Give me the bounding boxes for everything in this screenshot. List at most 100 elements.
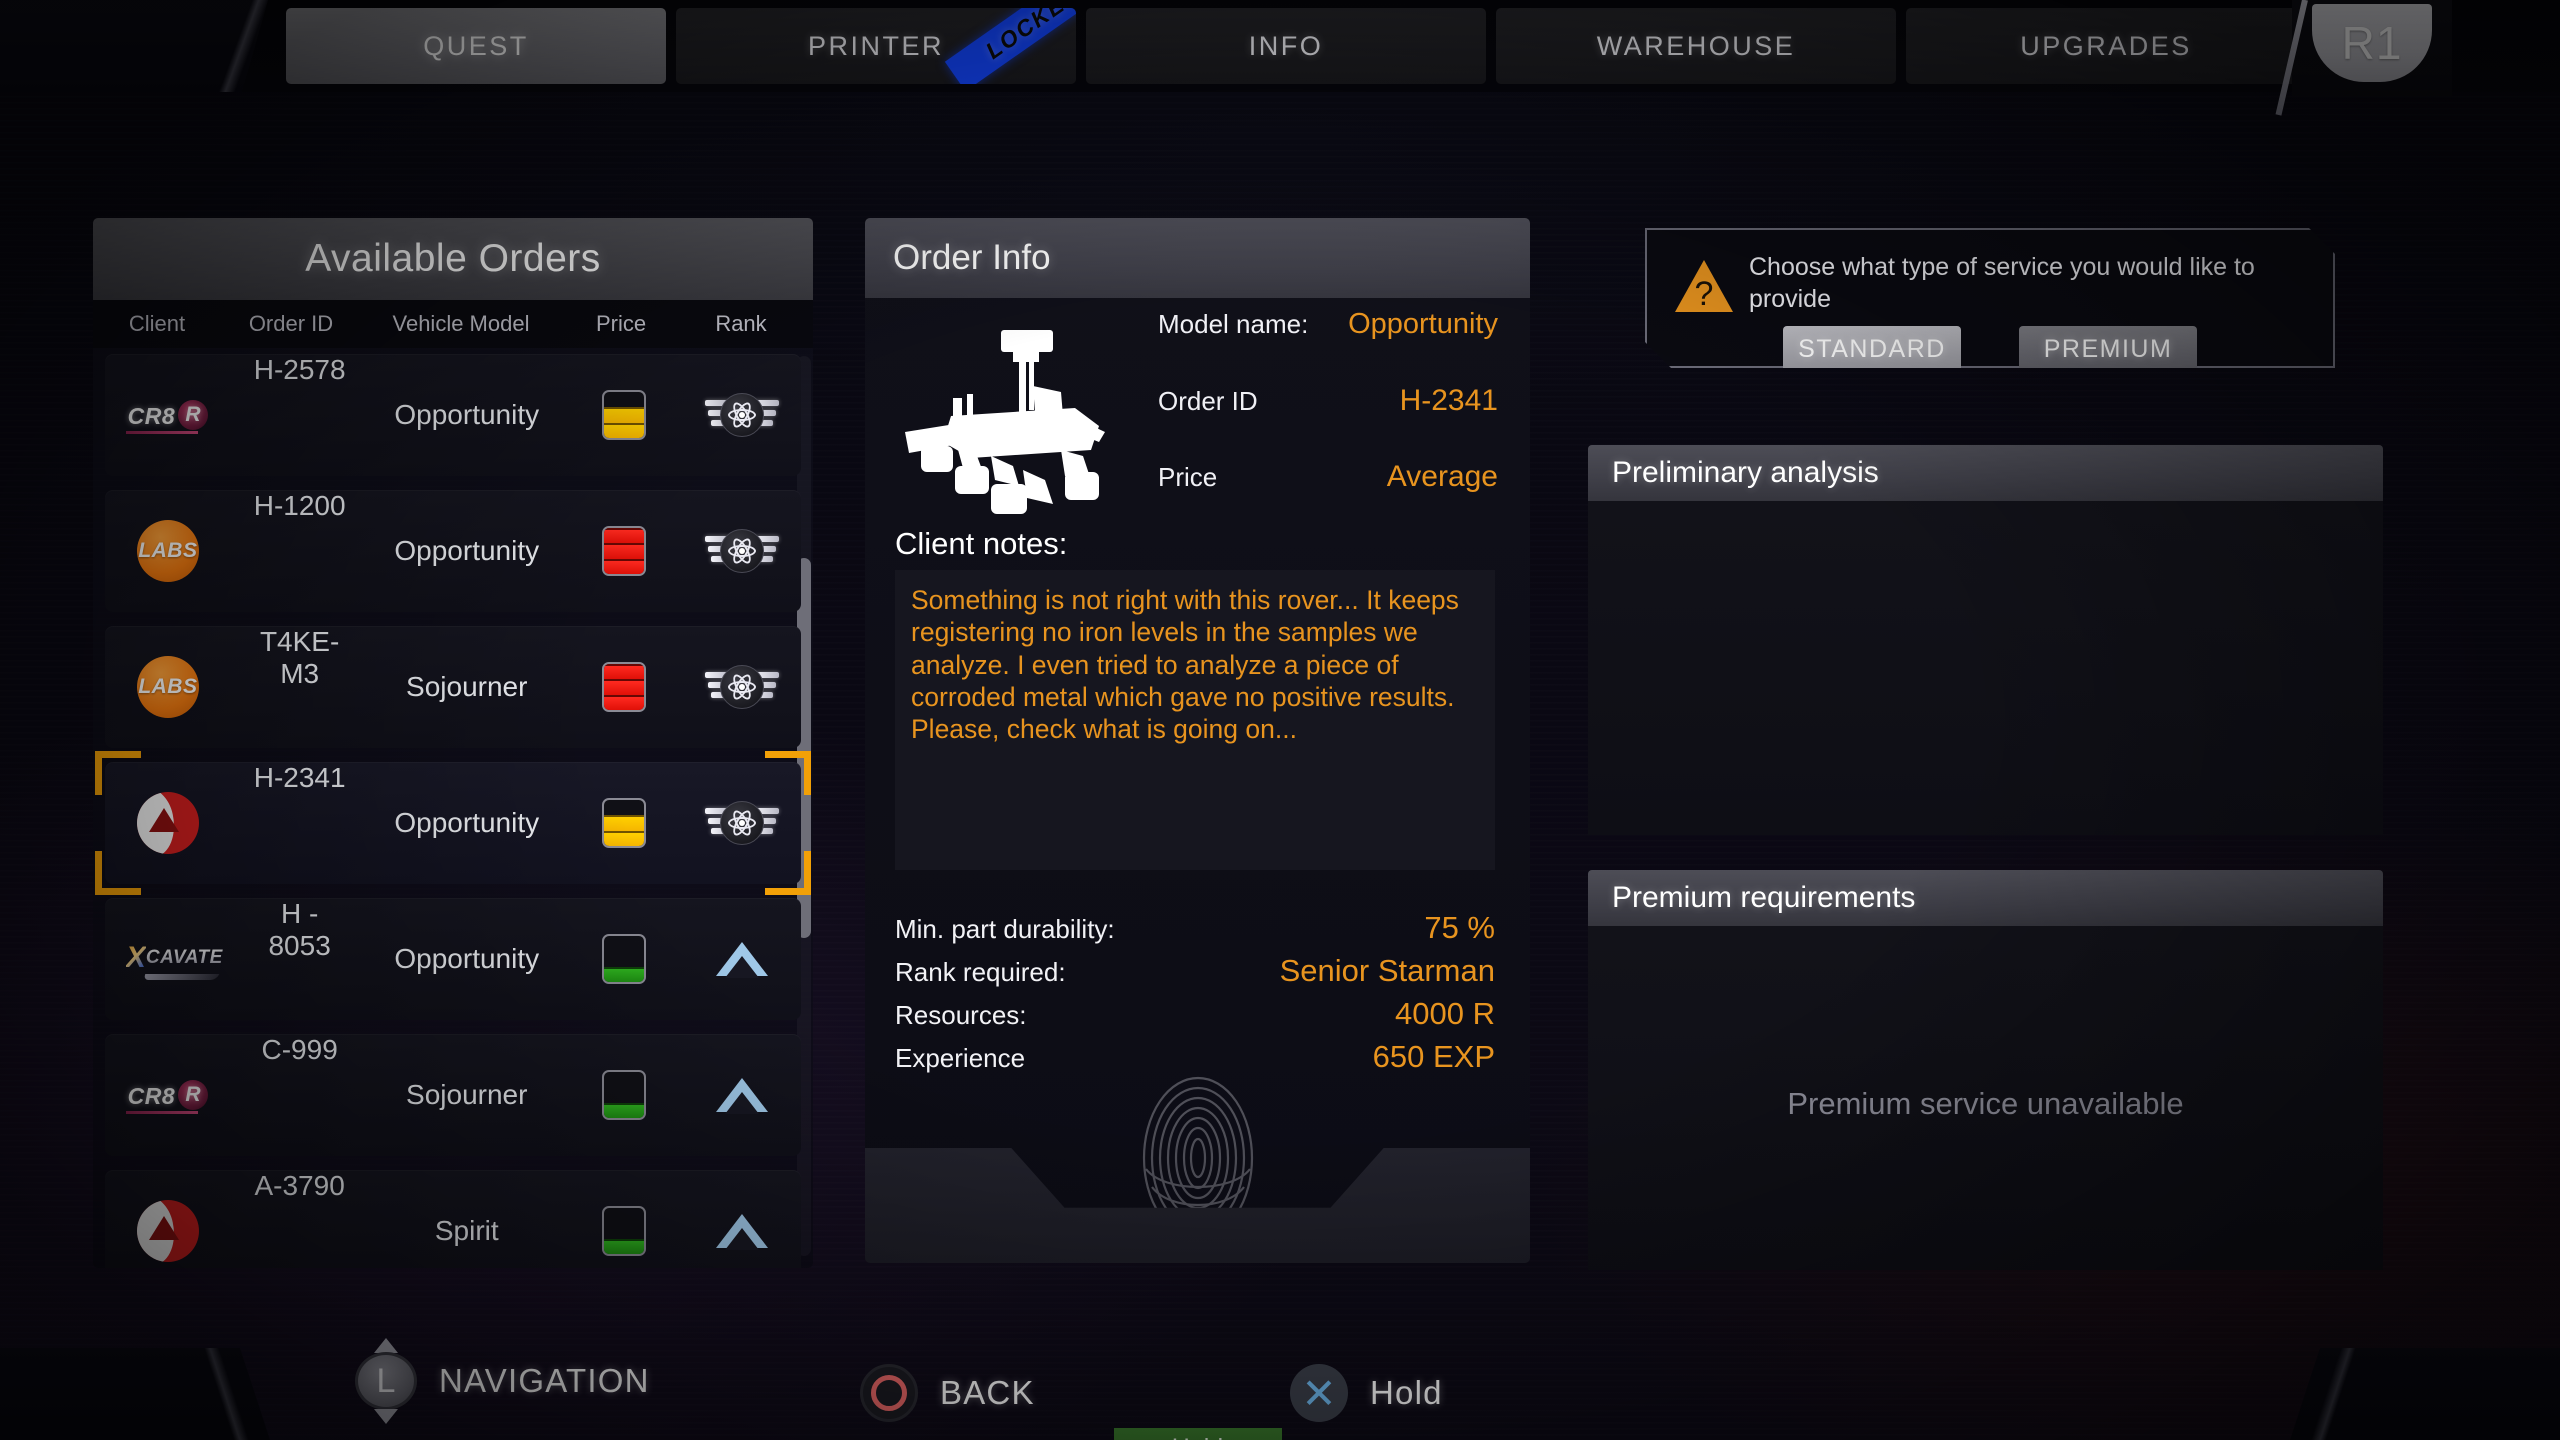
locked-ribbon: LOCKED: [944, 8, 1076, 84]
tab-printer[interactable]: PRINTER LOCKED: [676, 8, 1076, 84]
price-gauge-segment: [604, 543, 645, 559]
field-model-name: Model name: Opportunity: [1158, 308, 1498, 384]
field-order-id-value: H-2341: [1399, 384, 1498, 417]
premium-requirements-title: Premium requirements: [1588, 870, 2383, 926]
order-row[interactable]: A-3790 Spirit: [105, 1170, 801, 1268]
stick-down-arrow-icon: [374, 1409, 398, 1424]
locked-ribbon-label: LOCKED: [980, 8, 1076, 64]
order-client-cell: LABS: [105, 490, 231, 612]
order-model-cell: Opportunity: [394, 535, 540, 566]
client-notes-label: Client notes:: [895, 526, 1068, 561]
premium-requirements-title-text: Premium requirements: [1612, 881, 1916, 914]
order-id-cell: H -8053: [268, 898, 331, 962]
bottombar-left-edge-decoration: [0, 1348, 270, 1440]
available-orders-panel: Available Orders Client Order ID Vehicle…: [93, 218, 813, 1268]
field-price: Price Average: [1158, 460, 1498, 536]
atom-wings-rank-icon: [703, 384, 781, 446]
hold-action[interactable]: ✕ Hold: [1290, 1364, 1443, 1422]
stat-min-durability-label: Min. part durability:: [895, 914, 1115, 944]
tab-warehouse[interactable]: WAREHOUSE: [1496, 8, 1896, 84]
client-notes-text: Something is not right with this rover..…: [895, 570, 1495, 870]
atom-icon: [727, 399, 757, 431]
game-screen: QUEST PRINTER LOCKED INFO WAREHOUSE UPGR…: [0, 0, 2560, 1440]
selection-bracket: [765, 851, 811, 895]
order-info-title-text: Order Info: [893, 238, 1051, 277]
order-row[interactable]: LABS T4KE- M3 Sojourner: [105, 626, 801, 748]
available-orders-title: Available Orders: [93, 218, 813, 300]
back-label: BACK: [940, 1374, 1035, 1411]
field-order-id-label: Order ID: [1158, 386, 1258, 416]
chevron-rank-icon: [715, 1068, 769, 1122]
tab-upgrades[interactable]: UPGRADES: [1906, 8, 2306, 84]
order-rank-cell: [683, 626, 801, 748]
order-price-cell: [565, 898, 683, 1020]
atom-icon: [727, 807, 757, 839]
xcavate-logo-swoosh: [142, 974, 220, 980]
order-row[interactable]: CR8 R H-2578 Opportunity: [105, 354, 801, 476]
field-price-label: Price: [1158, 462, 1218, 492]
cr8r-logo-underline: [125, 431, 198, 434]
stat-rank-required-label: Rank required:: [895, 957, 1066, 987]
order-client-cell: LABS: [105, 626, 231, 748]
order-model-cell: Spirit: [434, 1215, 499, 1246]
field-price-value: Average: [1386, 460, 1498, 493]
xcavate-logo-word: CAVATE: [145, 947, 223, 968]
price-gauge-segment: [604, 800, 644, 815]
price-gauge-icon: [602, 934, 647, 984]
price-gauge-icon: [602, 798, 647, 848]
order-price-cell: [565, 762, 683, 884]
premium-service-button[interactable]: PREMIUM: [2019, 326, 2197, 372]
field-model-name-value: Opportunity: [1348, 308, 1498, 340]
order-model-cell: Opportunity: [394, 807, 540, 838]
rank-orb-icon: [720, 665, 765, 709]
field-model-name-label: Model name:: [1158, 309, 1309, 339]
order-row[interactable]: LABS H-1200 Opportunity: [105, 490, 801, 612]
order-client-cell: CR8 R: [105, 354, 231, 476]
tab-info[interactable]: INFO: [1086, 8, 1486, 84]
atom-icon: [727, 535, 757, 567]
price-gauge-segment: [604, 815, 645, 831]
order-info-panel: Order Info Model name: Opportunity Order…: [865, 218, 1530, 1440]
order-model-cell: Sojourner: [406, 671, 528, 702]
preliminary-analysis-panel: Preliminary analysis: [1588, 445, 2383, 835]
atom-wings-rank-icon: [703, 792, 781, 854]
price-gauge-icon: [602, 390, 647, 440]
premium-requirements-panel: Premium requirements Premium service una…: [1588, 870, 2383, 1270]
price-gauge-segment: [604, 1238, 645, 1254]
order-rank-cell: [683, 490, 801, 612]
order-row[interactable]: CR8 R C-999 Sojourner: [105, 1034, 801, 1156]
tab-list: QUEST PRINTER LOCKED INFO WAREHOUSE UPGR…: [0, 0, 2560, 92]
order-id-cell: T4KE- M3: [259, 626, 340, 690]
order-row[interactable]: X CAVATE H -8053 Opportunity: [105, 898, 801, 1020]
rank-orb-icon: [720, 393, 765, 437]
order-id-cell: A-3790: [254, 1170, 345, 1201]
stat-min-durability-value: 75 %: [1424, 910, 1495, 945]
price-gauge-segment: [604, 936, 644, 951]
orders-list[interactable]: CR8 R H-2578 Opportunity LABS H-1200 Opportuni…: [93, 348, 813, 1268]
order-id-cell: H-2341: [253, 762, 346, 793]
order-price-cell: [565, 1170, 683, 1268]
premium-service-label: PREMIUM: [2043, 334, 2173, 363]
order-row[interactable]: H-2341 Opportunity: [95, 751, 811, 895]
back-action[interactable]: BACK: [860, 1364, 1035, 1422]
navigation-action[interactable]: L NAVIGATION: [355, 1338, 650, 1424]
tab-quest[interactable]: QUEST: [286, 8, 666, 84]
price-gauge-segment: [604, 407, 645, 423]
tab-upgrades-label: UPGRADES: [2020, 30, 2192, 61]
order-rank-cell: [683, 354, 801, 476]
stat-row: Rank required: Senior Starman: [895, 953, 1495, 989]
rover-silhouette-icon: [905, 330, 1105, 514]
order-rank-cell: [683, 898, 801, 1020]
service-type-selector: ? Choose what type of service you would …: [1645, 228, 2335, 368]
standard-service-button[interactable]: STANDARD: [1783, 326, 1961, 372]
tab-printer-label: PRINTER: [807, 30, 944, 61]
hold-label: Hold: [1370, 1374, 1443, 1411]
service-hint-text: Choose what type of service you would li…: [1749, 253, 2255, 313]
player-rank-label: R1: [2341, 17, 2403, 69]
available-orders-title-text: Available Orders: [305, 237, 601, 280]
xcavate-logo-x: X: [125, 941, 146, 974]
cr8r-logo-underline: [125, 1111, 198, 1114]
field-order-id: Order ID H-2341: [1158, 384, 1498, 460]
chevron-rank-icon: [715, 932, 769, 986]
selection-bracket: [765, 751, 811, 795]
